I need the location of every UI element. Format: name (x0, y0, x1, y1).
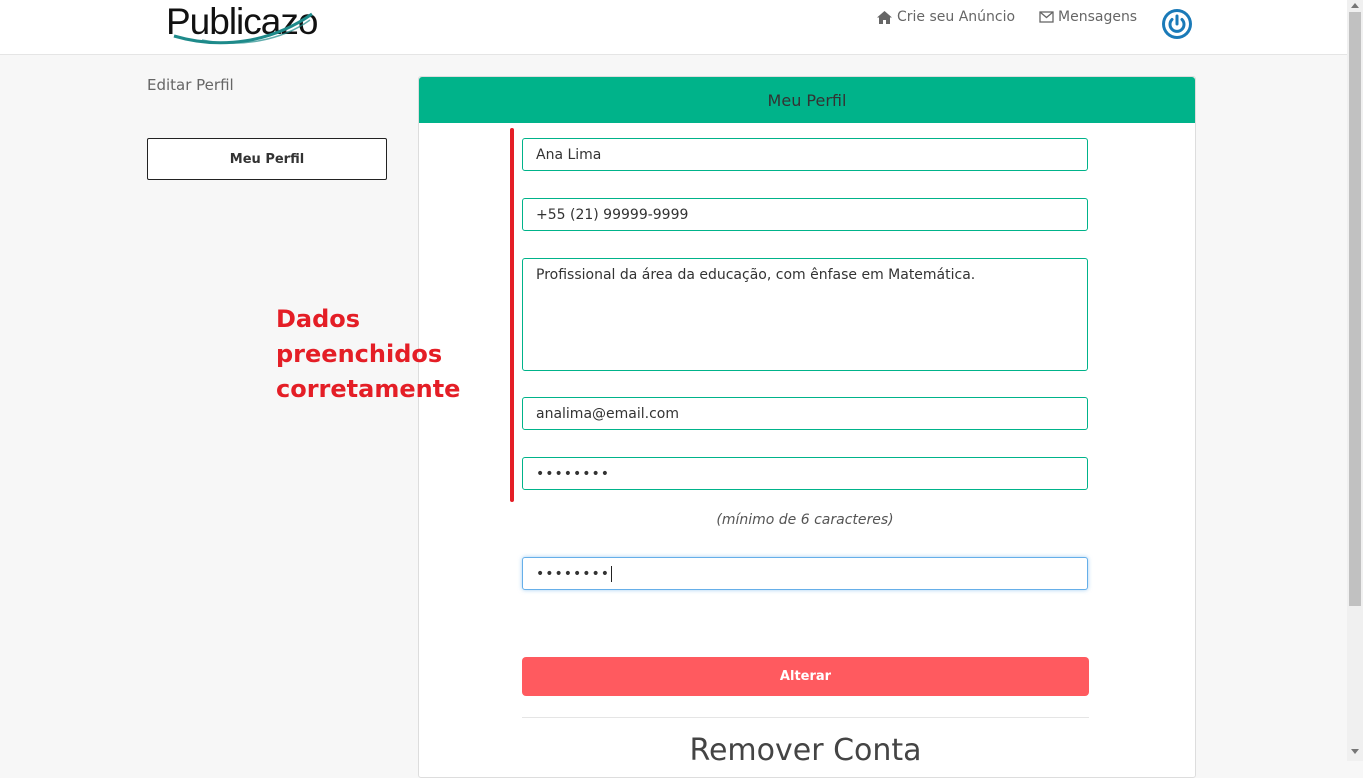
remove-account-title: Remover Conta (689, 733, 922, 768)
home-icon (877, 10, 892, 24)
name-field[interactable]: Ana Lima (522, 138, 1088, 171)
publicazo-logo[interactable]: Publicazo (162, 0, 322, 46)
vertical-scrollbar[interactable] (1347, 0, 1363, 761)
phone-field[interactable]: +55 (21) 99999-9999 (522, 198, 1088, 231)
password-confirm-field[interactable]: •••••••• (522, 557, 1088, 590)
create-ad-link[interactable]: Crie seu Anúncio (876, 9, 1015, 25)
password-value: •••••••• (536, 465, 611, 482)
alter-button[interactable]: Alterar (522, 657, 1089, 696)
power-icon[interactable] (1161, 8, 1193, 40)
text-caret (611, 565, 613, 582)
messages-label: Mensagens (1058, 9, 1138, 25)
email-field[interactable]: analima@email.com (522, 397, 1088, 430)
annotation-line-2: corretamente (276, 375, 461, 403)
bio-value: Profissional da área da educação, com ên… (536, 267, 976, 283)
logo-swoosh (173, 12, 313, 45)
my-profile-button[interactable]: Meu Perfil (147, 138, 387, 180)
password-confirm-value: •••••••• (536, 565, 611, 582)
name-value: Ana Lima (536, 146, 602, 163)
scroll-down-icon[interactable] (1351, 749, 1359, 754)
messages-link[interactable]: Mensagens (1039, 9, 1137, 25)
phone-value: +55 (21) 99999-9999 (536, 206, 689, 223)
scroll-thumb[interactable] (1349, 12, 1361, 606)
password-field[interactable]: •••••••• (522, 457, 1088, 490)
email-value: analima@email.com (536, 405, 679, 422)
password-hint: (mínimo de 6 caracteres) (716, 512, 894, 528)
scroll-up-icon[interactable] (1351, 3, 1359, 8)
annotation-text: Dados preenchidos corretamente (276, 302, 516, 407)
bio-textarea[interactable]: Profissional da área da educação, com ên… (522, 258, 1088, 371)
panel-header: Meu Perfil (419, 77, 1195, 123)
sidebar-title: Editar Perfil (147, 76, 234, 94)
annotation-line-1: Dados preenchidos (276, 305, 443, 368)
top-navbar: Publicazo Crie seu Anúncio Mensagens (0, 0, 1347, 55)
create-ad-label: Crie seu Anúncio (897, 9, 1016, 25)
section-divider (522, 717, 1089, 718)
envelope-icon (1039, 11, 1054, 23)
